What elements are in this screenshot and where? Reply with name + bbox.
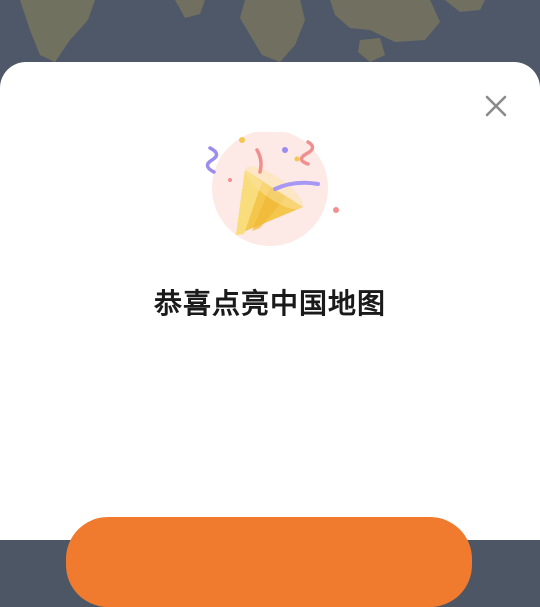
- close-icon: [485, 95, 507, 117]
- party-popper-illustration: [200, 130, 350, 252]
- celebration-dialog: 恭喜点亮中国地图: [0, 62, 540, 607]
- confirm-button[interactable]: [66, 517, 472, 607]
- close-button[interactable]: [482, 92, 510, 120]
- dialog-title: 恭喜点亮中国地图: [153, 287, 386, 320]
- party-popper-icon: [205, 130, 339, 246]
